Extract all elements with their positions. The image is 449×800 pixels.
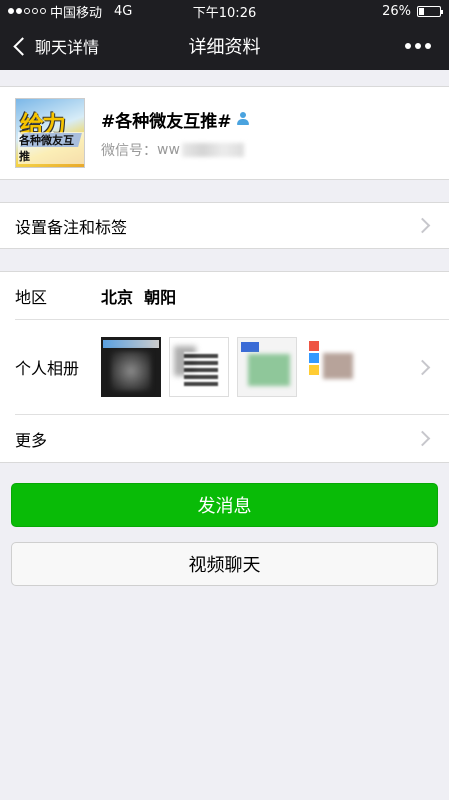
- battery-icon: [417, 5, 443, 17]
- back-label: 聊天详情: [35, 38, 100, 57]
- album-thumbnail: [101, 337, 161, 397]
- dot-icon: [415, 43, 421, 49]
- info-group: 地区 北京 朝阳 个人相册 更多: [0, 271, 449, 463]
- wechat-id-row: 微信号： ww: [101, 140, 250, 160]
- back-button[interactable]: 聊天详情: [10, 34, 99, 58]
- profile-info: #各种微友互推# 微信号： ww: [101, 107, 250, 160]
- profile-card: 给力 各种微友互推 #各种微友互推# 微信号： ww: [0, 86, 449, 180]
- dot-icon: [405, 43, 411, 49]
- wechat-id-value: ww: [157, 141, 180, 158]
- send-message-button[interactable]: 发消息: [11, 483, 438, 527]
- blurred-id-mask: [181, 142, 244, 157]
- battery-percent: 26%: [382, 3, 411, 19]
- status-right: 26%: [382, 3, 443, 19]
- remark-tags-label: 设置备注和标签: [15, 217, 128, 237]
- region-value: 北京 朝阳: [101, 287, 177, 307]
- avatar-text-bottom: 各种微友互推: [18, 132, 84, 164]
- dot-icon: [425, 43, 431, 49]
- navigation-bar: 聊天详情 详细资料: [0, 22, 449, 70]
- region-label: 地区: [15, 287, 48, 307]
- region-row: 地区 北京 朝阳: [0, 272, 449, 319]
- nickname: #各种微友互推#: [101, 111, 232, 132]
- album-label: 个人相册: [15, 359, 80, 378]
- nickname-row: #各种微友互推#: [101, 107, 250, 132]
- carrier-label: 中国移动: [50, 5, 103, 21]
- person-icon: [236, 112, 250, 126]
- chevron-left-icon: [13, 36, 32, 56]
- wechat-id-label: 微信号：: [101, 142, 157, 159]
- chevron-right-icon: [414, 359, 431, 375]
- chevron-right-icon: [414, 217, 431, 234]
- signal-strength-icon: [8, 8, 46, 14]
- album-thumbnail: [237, 337, 297, 397]
- more-options-button[interactable]: [397, 35, 439, 57]
- more-label: 更多: [15, 430, 48, 450]
- battery-fill: [419, 7, 424, 15]
- avatar[interactable]: 给力 各种微友互推: [15, 98, 85, 168]
- more-row[interactable]: 更多: [0, 415, 449, 462]
- album-thumbnail: [305, 337, 365, 397]
- album-thumbnail: [169, 337, 229, 397]
- status-bar: 中国移动 4G 下午10:26 26%: [0, 0, 449, 22]
- album-row[interactable]: 个人相册: [0, 320, 449, 414]
- chevron-right-icon: [414, 430, 431, 447]
- network-label: 4G: [114, 3, 133, 19]
- status-left: 中国移动 4G: [8, 2, 132, 21]
- remark-tags-row[interactable]: 设置备注和标签: [0, 202, 449, 249]
- video-call-button[interactable]: 视频聊天: [11, 542, 438, 586]
